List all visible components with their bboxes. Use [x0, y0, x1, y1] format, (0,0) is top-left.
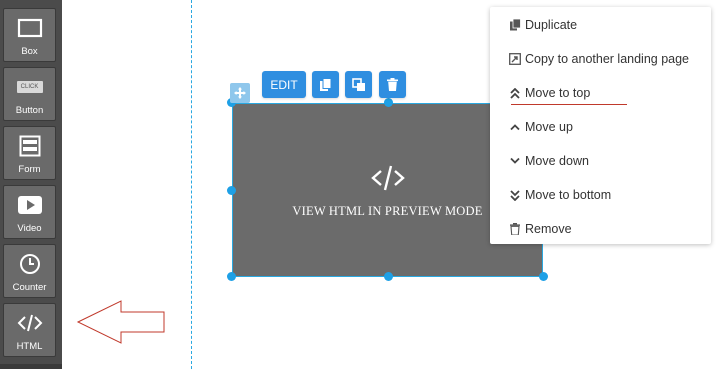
menu-item-label: Duplicate: [525, 18, 578, 32]
arrange-button[interactable]: [345, 71, 372, 98]
context-menu: Duplicate Copy to another landing page M…: [490, 7, 711, 244]
copy-icon: [509, 19, 521, 31]
menu-item-remove[interactable]: Remove: [509, 219, 572, 239]
menu-item-label: Remove: [525, 222, 572, 236]
trash-icon: [387, 78, 398, 91]
menu-item-label: Move down: [525, 154, 589, 168]
sidebar-footer: [0, 364, 62, 369]
menu-item-copy-to-landing-page[interactable]: Copy to another landing page: [509, 49, 689, 69]
duplicate-button[interactable]: [312, 71, 339, 98]
widget-button[interactable]: CLICK Button: [3, 67, 56, 121]
double-chevron-up-icon: [509, 87, 521, 99]
menu-item-label: Move up: [525, 120, 573, 134]
move-handle[interactable]: [230, 83, 250, 103]
widget-form[interactable]: Form: [3, 126, 56, 180]
button-icon: CLICK: [4, 74, 55, 100]
menu-item-label: Move to bottom: [525, 188, 612, 202]
box-icon: [4, 15, 55, 41]
code-icon: [4, 310, 55, 336]
chevron-down-icon: [509, 155, 521, 167]
export-icon: [509, 53, 521, 65]
code-icon: [371, 165, 405, 191]
resize-handle-top[interactable]: [384, 98, 393, 107]
counter-icon: [4, 251, 55, 277]
video-icon: [4, 192, 55, 218]
resize-handle-left[interactable]: [227, 186, 236, 195]
widget-counter[interactable]: Counter: [3, 244, 56, 298]
widget-label: Form: [18, 164, 41, 175]
button-icon-text: CLICK: [16, 81, 43, 93]
layers-icon: [351, 77, 365, 91]
widget-label: Box: [21, 46, 38, 57]
widget-label: HTML: [16, 341, 43, 352]
widget-sidebar: Box CLICK Button Form Video Counter HTML: [0, 0, 62, 369]
resize-handle-bottom-left[interactable]: [227, 272, 236, 281]
widget-video[interactable]: Video: [3, 185, 56, 239]
menu-item-label: Copy to another landing page: [525, 52, 690, 66]
double-chevron-down-icon: [509, 189, 521, 201]
delete-button[interactable]: [379, 71, 406, 98]
annotation-underline: [511, 104, 627, 105]
resize-handle-bottom-right[interactable]: [539, 272, 548, 281]
edit-button[interactable]: EDIT: [262, 71, 306, 98]
menu-item-move-down[interactable]: Move down: [509, 151, 589, 171]
annotation-arrow-icon: [76, 300, 165, 344]
menu-item-duplicate[interactable]: Duplicate: [509, 15, 577, 35]
menu-item-label: Move to top: [525, 86, 591, 100]
trash-icon: [509, 223, 521, 235]
copy-icon: [320, 77, 332, 91]
widget-label: Counter: [12, 282, 47, 293]
form-icon: [4, 133, 55, 159]
menu-item-move-up[interactable]: Move up: [509, 117, 573, 137]
widget-html[interactable]: HTML: [3, 303, 56, 357]
menu-item-move-to-top[interactable]: Move to top: [509, 83, 590, 103]
widget-label: Video: [17, 223, 42, 234]
menu-item-move-to-bottom[interactable]: Move to bottom: [509, 185, 611, 205]
chevron-up-icon: [509, 121, 521, 133]
widget-label: Button: [15, 105, 44, 116]
move-icon: [234, 87, 246, 99]
resize-handle-bottom[interactable]: [384, 272, 393, 281]
layout-guide-line: [191, 0, 192, 369]
widget-box[interactable]: Box: [3, 8, 56, 62]
